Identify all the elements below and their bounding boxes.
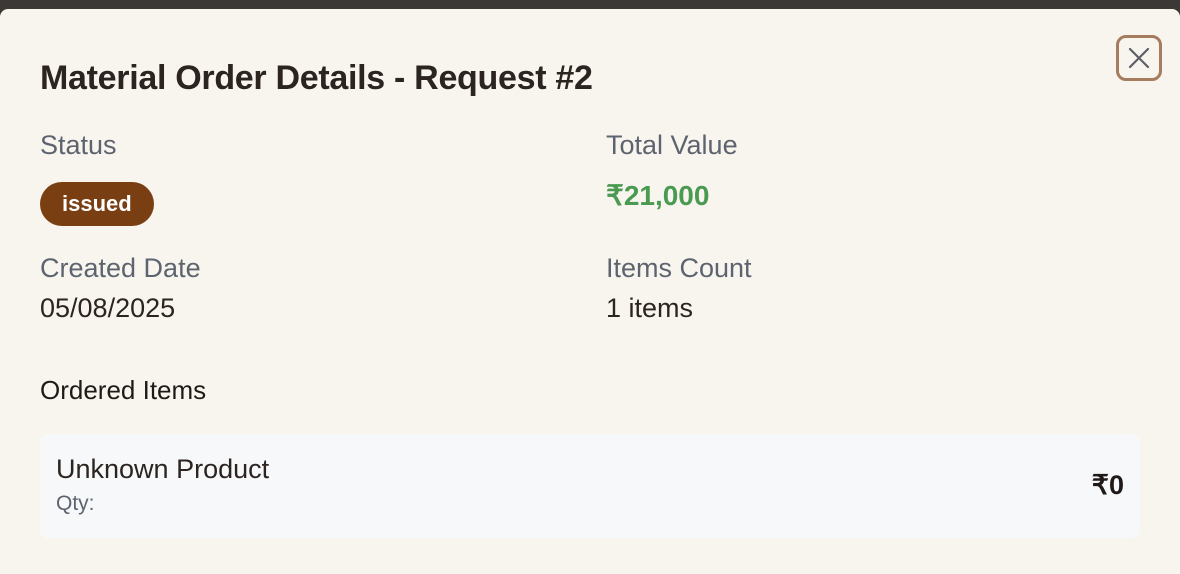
modal-title: Material Order Details - Request #2 bbox=[40, 59, 593, 97]
close-icon bbox=[1128, 47, 1150, 69]
item-qty: Qty: bbox=[56, 492, 95, 515]
items-count-value: 1 items bbox=[606, 293, 694, 323]
status-badge: issued bbox=[40, 182, 154, 226]
total-value: ₹21,000 bbox=[606, 180, 710, 211]
item-price: ₹0 bbox=[1091, 470, 1124, 500]
item-name: Unknown Product bbox=[56, 454, 270, 484]
items-count-label: Items Count bbox=[606, 253, 752, 283]
order-details-modal: Material Order Details - Request #2 Stat… bbox=[0, 9, 1180, 574]
total-value-label: Total Value bbox=[606, 130, 738, 160]
status-label: Status bbox=[40, 130, 117, 160]
ordered-items-title: Ordered Items bbox=[40, 375, 207, 405]
created-date-label: Created Date bbox=[40, 253, 201, 283]
created-date-value: 05/08/2025 bbox=[40, 293, 176, 323]
list-item: Unknown Product Qty: ₹0 bbox=[40, 434, 1140, 538]
close-button[interactable] bbox=[1116, 35, 1162, 81]
